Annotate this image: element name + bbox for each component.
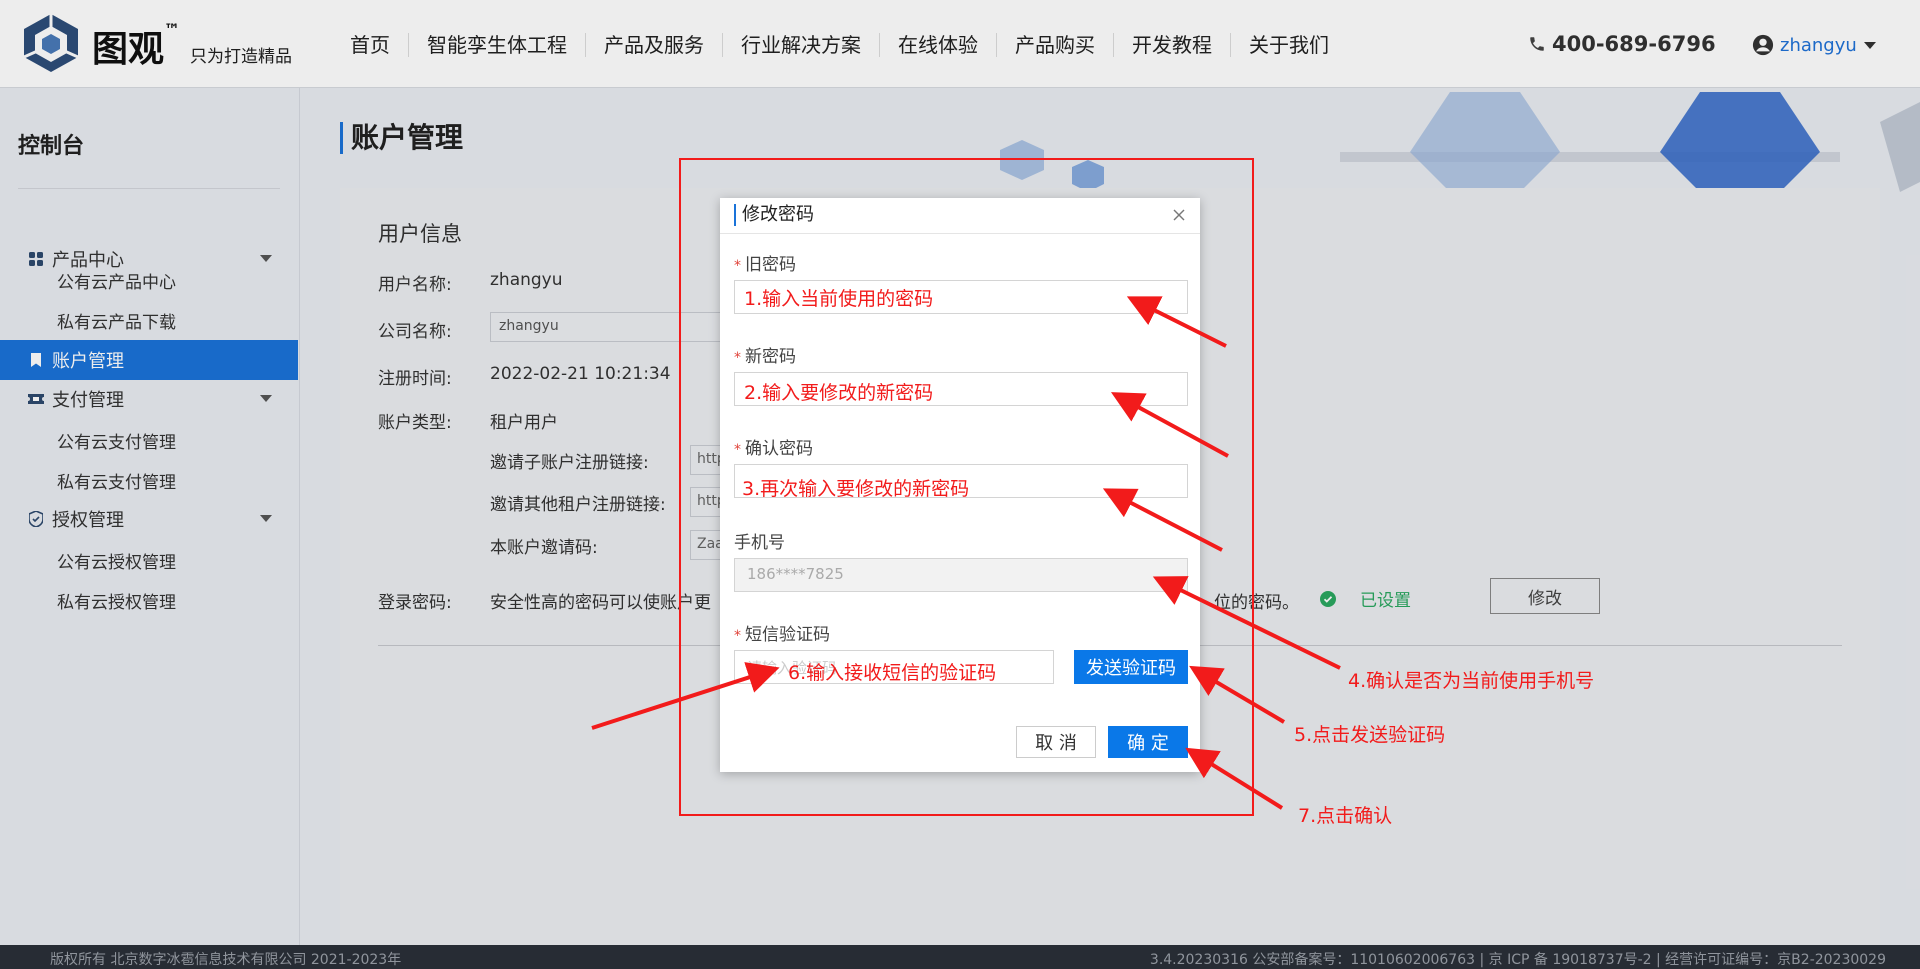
annotation-step5: 5.点击发送验证码: [1294, 724, 1446, 746]
annotation-step7: 7.点击确认: [1298, 805, 1393, 827]
annotation-step4: 4.确认是否为当前使用手机号: [1348, 670, 1595, 692]
annotation-step2: 2.输入要修改的新密码: [744, 382, 934, 404]
annotation-step6: 6.输入接收短信的验证码: [788, 662, 997, 684]
annotation-step1: 1.输入当前使用的密码: [744, 288, 934, 310]
annotation-step3: 3.再次输入要修改的新密码: [742, 478, 970, 500]
